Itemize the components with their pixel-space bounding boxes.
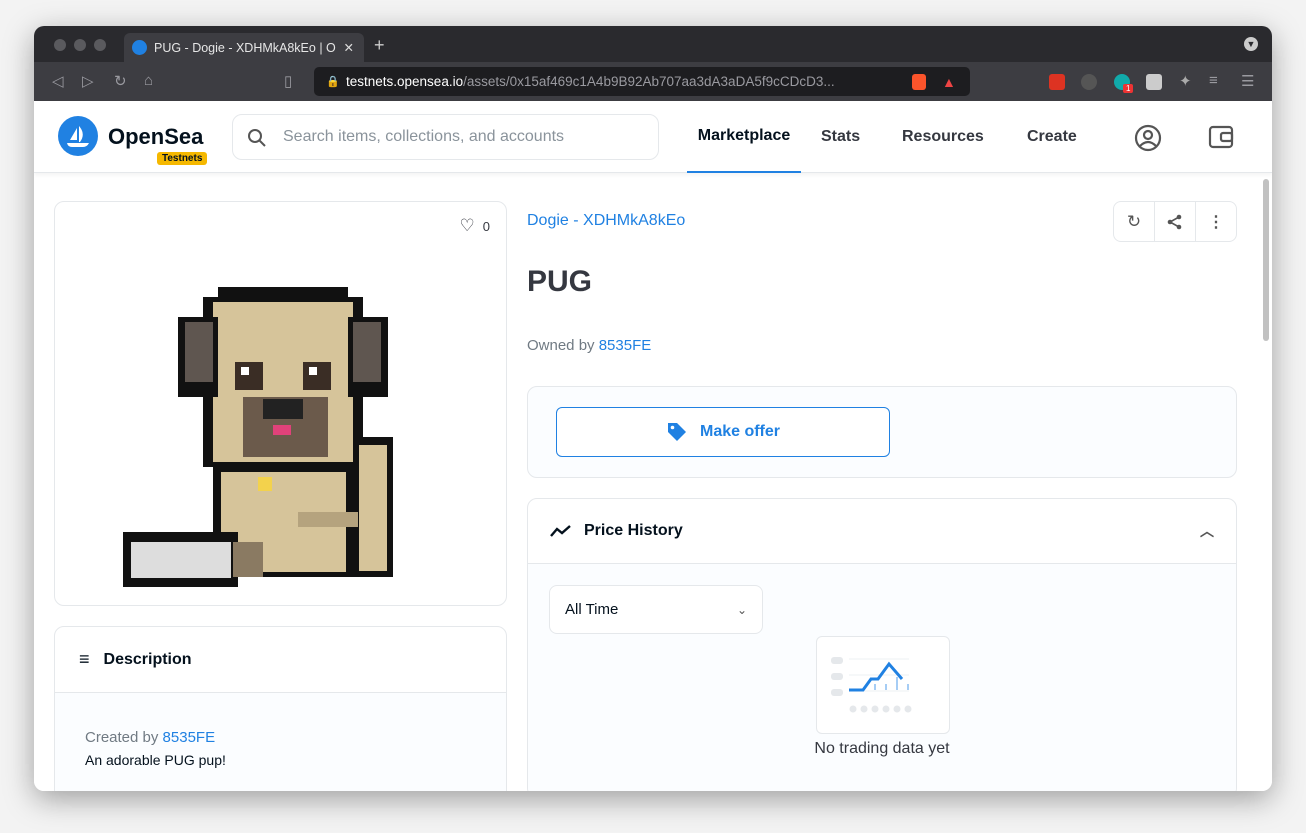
share-icon xyxy=(1167,214,1182,229)
price-history-header[interactable]: Price History ︿ xyxy=(528,499,1236,564)
browser-window: PUG - Dogie - XDHMkA8kEo | O ✕ + ▼ ◁ ▷ ↻… xyxy=(34,26,1272,791)
back-icon[interactable]: ◁ xyxy=(52,72,64,90)
collection-link[interactable]: Dogie - XDHMkA8kEo xyxy=(527,212,685,230)
like-count: 0 xyxy=(482,218,490,234)
browser-toolbar: ◁ ▷ ↻ ⌂ ▯ 🔒 testnets.opensea.io/assets/0… xyxy=(34,62,1272,101)
price-history-panel: Price History ︿ All Time ⌄ No trading da… xyxy=(527,498,1237,791)
offer-panel: Make offer xyxy=(527,386,1237,478)
make-offer-label: Make offer xyxy=(699,423,781,440)
pug-pixel-art-image xyxy=(123,287,393,587)
extension-reader-icon[interactable] xyxy=(1146,74,1162,90)
extensions-puzzle-icon[interactable]: ✦ xyxy=(1179,72,1192,90)
description-text: An adorable PUG pup! xyxy=(85,752,226,768)
share-button[interactable] xyxy=(1155,202,1196,241)
empty-chart-illustration xyxy=(816,636,950,734)
home-icon[interactable]: ⌂ xyxy=(144,72,153,89)
lock-icon: 🔒 xyxy=(326,76,340,88)
tab-list-icon[interactable]: ▼ xyxy=(1244,37,1258,51)
reload-icon[interactable]: ↻ xyxy=(114,72,127,90)
minimize-window-button[interactable] xyxy=(74,39,86,51)
opensea-favicon-icon xyxy=(132,40,147,55)
url-host: testnets.opensea.io xyxy=(346,74,464,89)
profile-icon[interactable] xyxy=(1134,124,1162,152)
tab-title: PUG - Dogie - XDHMkA8kEo | O xyxy=(154,40,336,55)
description-header[interactable]: ≡ Description xyxy=(55,627,506,693)
asset-title: PUG xyxy=(527,265,593,298)
heart-icon: ♡ xyxy=(459,216,475,235)
brand-name[interactable]: OpenSea xyxy=(108,124,203,150)
trending-icon xyxy=(550,525,571,537)
empty-state-text: No trading data yet xyxy=(814,740,950,757)
address-bar[interactable]: 🔒 testnets.opensea.io/assets/0x15af469c1… xyxy=(314,67,970,96)
wallet-icon[interactable] xyxy=(1208,125,1234,149)
nav-create[interactable]: Create xyxy=(1027,101,1077,173)
new-tab-button[interactable]: + xyxy=(374,35,385,56)
maximize-window-button[interactable] xyxy=(94,39,106,51)
menu-icon[interactable]: ☰ xyxy=(1241,72,1254,90)
extension-csp-icon[interactable] xyxy=(1081,74,1097,90)
title-bar: PUG - Dogie - XDHMkA8kEo | O ✕ + ▼ xyxy=(34,26,1272,62)
chevron-up-icon[interactable]: ︿ xyxy=(1200,521,1214,541)
brave-shields-icon[interactable] xyxy=(912,73,926,90)
testnets-badge: Testnets xyxy=(157,152,208,165)
search-icon xyxy=(248,129,266,147)
asset-image-card: ♡ 0 xyxy=(54,201,507,606)
list-icon: ≡ xyxy=(79,649,90,669)
extension-badge: 1 xyxy=(1123,84,1134,93)
url-path: /assets/0x15af469c1A4b9B92Ab707aa3dA3aDA… xyxy=(463,74,835,89)
extension-lastpass-icon[interactable] xyxy=(1049,74,1065,90)
opensea-logo-icon[interactable] xyxy=(58,116,98,156)
reading-list-icon[interactable]: ≡ xyxy=(1209,72,1218,89)
browser-tab[interactable]: PUG - Dogie - XDHMkA8kEo | O ✕ xyxy=(124,33,364,62)
close-tab-icon[interactable]: ✕ xyxy=(344,40,354,55)
time-range-value: All Time xyxy=(565,601,619,618)
price-history-title: Price History xyxy=(584,522,683,539)
close-window-button[interactable] xyxy=(54,39,66,51)
description-title: Description xyxy=(103,650,192,668)
favorite-button[interactable]: ♡ 0 xyxy=(460,216,490,236)
nav-resources[interactable]: Resources xyxy=(902,101,984,173)
search-input[interactable]: Search items, collections, and accounts xyxy=(232,114,659,160)
nav-stats[interactable]: Stats xyxy=(821,101,860,173)
site-header: OpenSea Testnets Search items, collectio… xyxy=(34,101,1272,173)
refresh-button[interactable]: ↻ xyxy=(1114,202,1155,241)
more-options-button[interactable]: ⋮ xyxy=(1196,202,1236,241)
brave-rewards-icon[interactable]: ▲ xyxy=(942,74,956,90)
asset-actions: ↻ ⋮ xyxy=(1113,201,1237,242)
search-placeholder: Search items, collections, and accounts xyxy=(283,128,565,145)
forward-icon[interactable]: ▷ xyxy=(82,72,94,90)
owner-link[interactable]: 8535FE xyxy=(599,337,652,354)
bookmark-icon[interactable]: ▯ xyxy=(284,72,292,90)
creator-link[interactable]: 8535FE xyxy=(163,729,216,746)
chevron-down-icon: ⌄ xyxy=(736,602,747,617)
tag-icon xyxy=(667,423,686,441)
nav-marketplace[interactable]: Marketplace xyxy=(687,101,801,173)
owned-by-label: Owned by xyxy=(527,337,595,354)
description-panel: ≡ Description Created by 8535FE An adorab… xyxy=(54,626,507,791)
make-offer-button[interactable]: Make offer xyxy=(556,407,890,457)
time-range-select[interactable]: All Time ⌄ xyxy=(549,585,763,634)
created-by-label: Created by xyxy=(85,729,159,746)
